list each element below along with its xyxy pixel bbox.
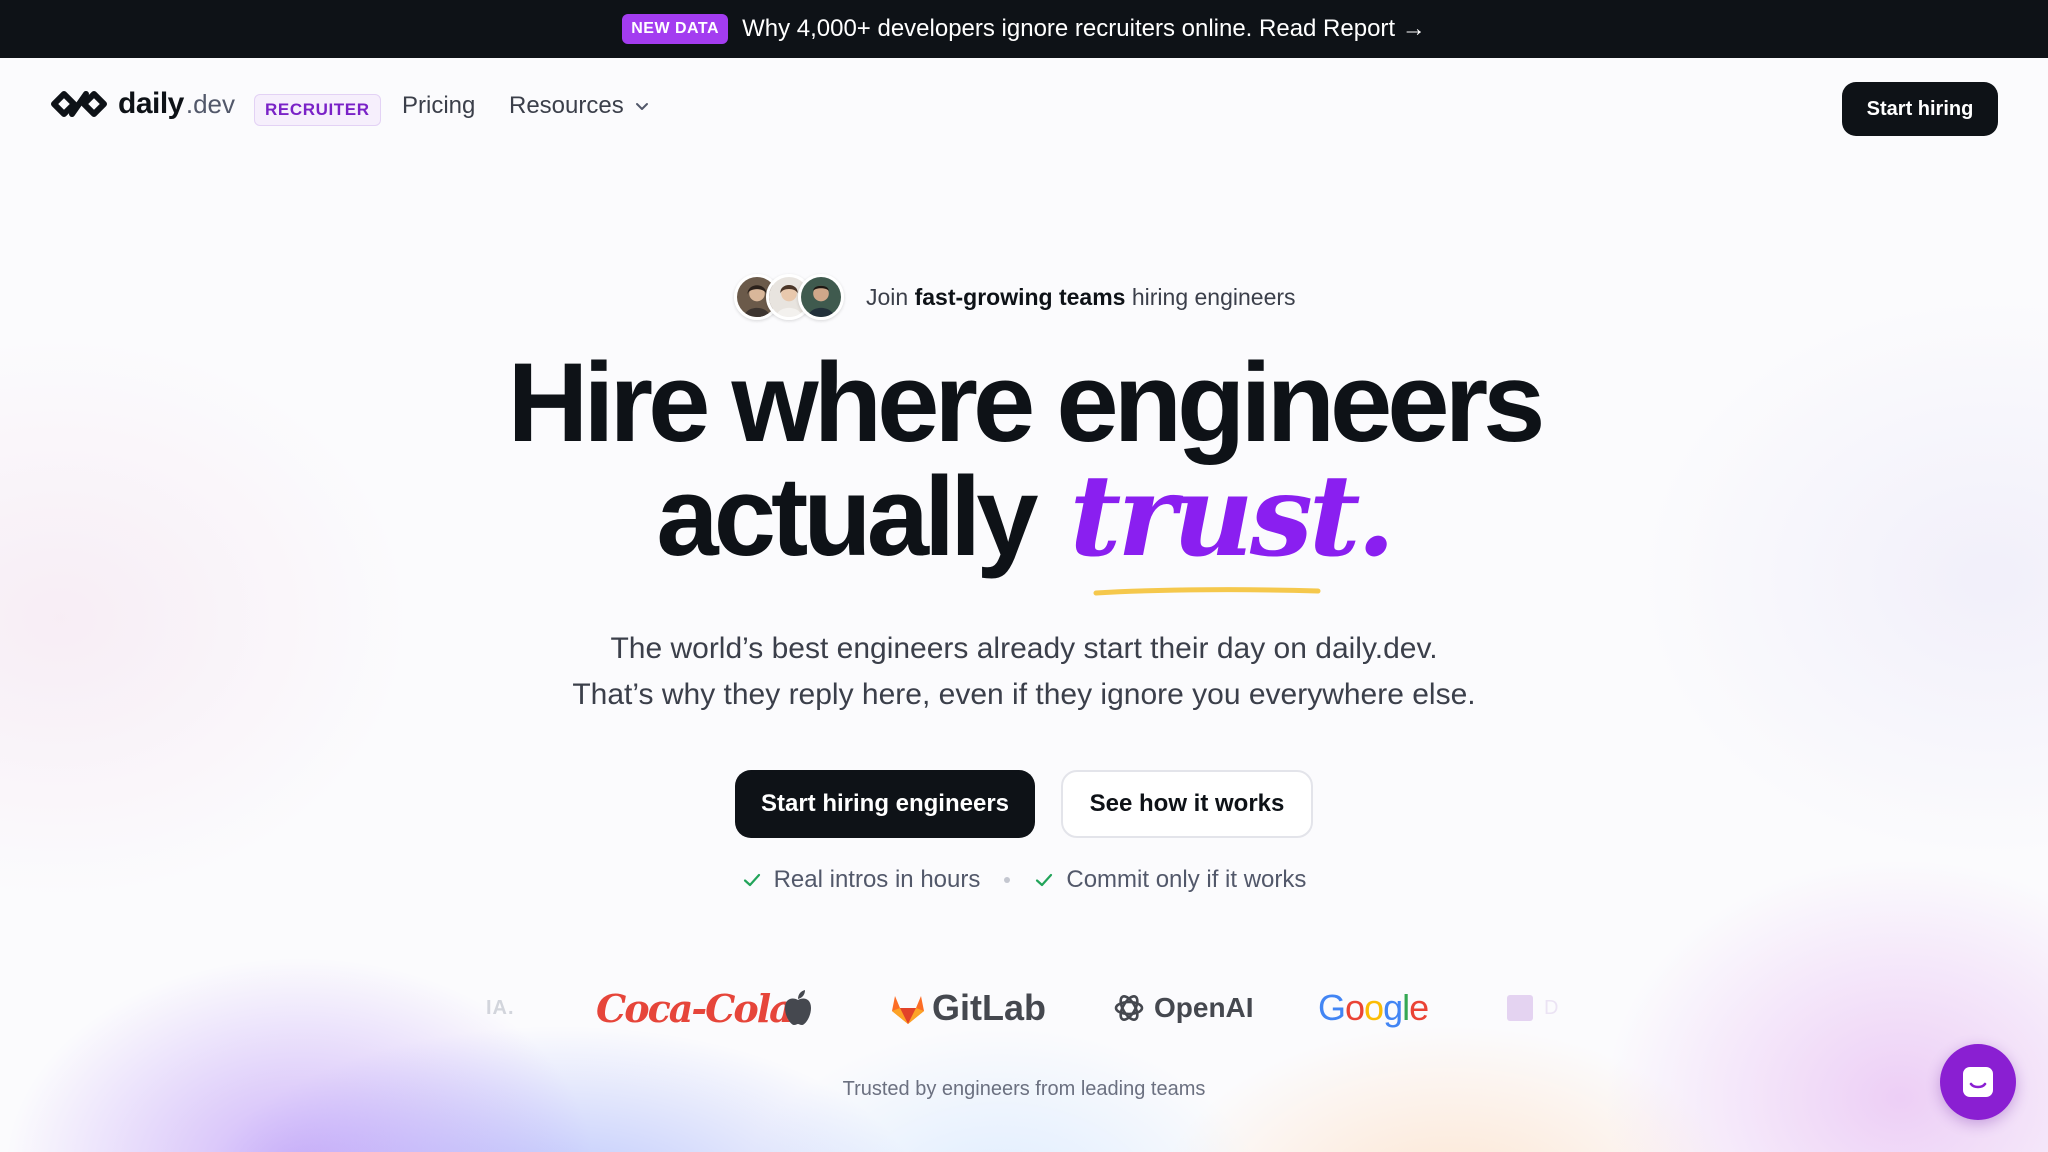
gitlab-icon bbox=[892, 996, 924, 1024]
social-proof-text: Join fast-growing teams hiring engineers bbox=[866, 284, 1296, 311]
hero-headline: Hire where engineers actually trust. bbox=[0, 346, 2048, 574]
new-data-badge: NEW DATA bbox=[622, 14, 729, 44]
gitlab-wordmark: GitLab bbox=[932, 987, 1046, 1028]
check-item: Commit only if it works bbox=[1034, 866, 1306, 894]
nav-pricing[interactable]: Pricing bbox=[402, 92, 475, 120]
faded-logo-text: D bbox=[1544, 996, 1559, 1019]
openai-logo: OpenAI bbox=[1112, 980, 1254, 1036]
avatar-stack bbox=[734, 274, 844, 320]
chevron-down-icon bbox=[635, 103, 648, 110]
headline-line-2: actually bbox=[656, 454, 1038, 579]
openai-wordmark: OpenAI bbox=[1154, 992, 1254, 1023]
separator-dot bbox=[1004, 877, 1011, 883]
start-hiring-engineers-button[interactable]: Start hiring engineers bbox=[735, 770, 1035, 838]
proof-bold: fast-growing teams bbox=[914, 283, 1126, 310]
coca-cola-logo: Coca-Cola bbox=[596, 985, 794, 1031]
nav-pricing-label: Pricing bbox=[402, 92, 476, 119]
check-icon bbox=[743, 873, 760, 887]
google-logo: Google bbox=[1318, 980, 1429, 1036]
recruiter-badge: RECRUITER bbox=[254, 94, 381, 126]
daily-dev-logo-icon bbox=[51, 91, 107, 117]
nav-resources-label: Resources bbox=[509, 92, 624, 119]
headline-accent: trust. bbox=[1069, 451, 1396, 582]
nav-resources[interactable]: Resources bbox=[509, 92, 650, 120]
faded-logo: D bbox=[1504, 980, 1558, 1036]
announcement-link[interactable]: Why 4,000+ developers ignore recruiters … bbox=[742, 15, 1426, 43]
daily-dev-logo[interactable]: daily.dev bbox=[50, 86, 235, 122]
headline-line-1: Hire where engineers bbox=[507, 340, 1546, 465]
apple-logo bbox=[782, 980, 814, 1036]
subtext-line-1: The world’s best engineers already start… bbox=[610, 632, 1438, 665]
check-item: Real intros in hours bbox=[742, 866, 981, 894]
logo-suffix: .dev bbox=[185, 89, 236, 119]
subtext-line-2: That’s why they reply here, even if they… bbox=[572, 678, 1476, 711]
avatar bbox=[798, 274, 844, 320]
check-label: Real intros in hours bbox=[773, 866, 981, 893]
proof-suffix: hiring engineers bbox=[1131, 283, 1296, 310]
faded-logo-icon bbox=[1507, 995, 1533, 1021]
logo-wordmark: daily bbox=[118, 87, 184, 120]
google-letter: G bbox=[1318, 987, 1346, 1028]
google-letter: o bbox=[1364, 987, 1384, 1028]
announcement-bar[interactable]: NEW DATA Why 4,000+ developers ignore re… bbox=[0, 0, 2048, 58]
google-letter: o bbox=[1345, 987, 1365, 1028]
partial-logo: IA. bbox=[486, 996, 515, 1019]
chat-icon bbox=[1963, 1067, 1993, 1097]
value-checks: Real intros in hours Commit only if it w… bbox=[0, 866, 2048, 894]
see-how-it-works-button[interactable]: See how it works bbox=[1061, 770, 1313, 838]
site-header: daily.dev RECRUITER Pricing Resources St… bbox=[0, 58, 2048, 158]
google-letter: g bbox=[1383, 987, 1403, 1028]
google-letter: e bbox=[1409, 987, 1429, 1028]
gitlab-logo: GitLab bbox=[890, 980, 1046, 1036]
customer-logos: IA. Coca-Cola GitLab OpenAI Google D bbox=[480, 980, 1570, 1036]
google-letter: l bbox=[1402, 987, 1410, 1028]
proof-prefix: Join bbox=[866, 283, 909, 310]
social-proof: Join fast-growing teams hiring engineers bbox=[734, 270, 1296, 324]
chat-launcher-button[interactable] bbox=[1940, 1044, 2016, 1120]
openai-icon bbox=[1114, 995, 1144, 1021]
hero-cta-row: Start hiring engineers See how it works bbox=[0, 770, 2048, 838]
start-hiring-button[interactable]: Start hiring bbox=[1842, 82, 1998, 136]
check-icon bbox=[1036, 873, 1053, 887]
check-label: Commit only if it works bbox=[1066, 866, 1307, 893]
trusted-by-caption: Trusted by engineers from leading teams bbox=[842, 1078, 1206, 1100]
accent-underline bbox=[1093, 587, 1321, 596]
apple-icon bbox=[785, 990, 811, 1025]
hero-subtext: The world’s best engineers already start… bbox=[0, 626, 2048, 718]
